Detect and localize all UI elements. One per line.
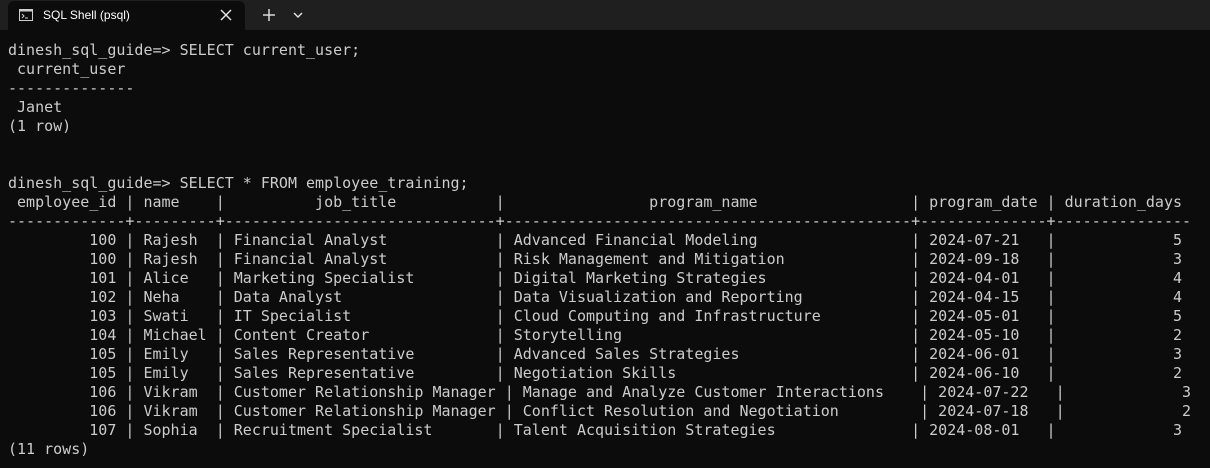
terminal-icon bbox=[19, 9, 33, 21]
console-line: Janet bbox=[8, 98, 63, 116]
table-row: 105 | Emily | Sales Representative | Neg… bbox=[8, 364, 1182, 382]
chevron-down-icon[interactable] bbox=[292, 9, 304, 21]
table-row: 106 | Vikram | Customer Relationship Man… bbox=[8, 402, 1192, 420]
table-row: 104 | Michael | Content Creator | Storyt… bbox=[8, 326, 1182, 344]
console-line: dinesh_sql_guide=> SELECT current_user; bbox=[8, 41, 361, 59]
console-output[interactable]: dinesh_sql_guide=> SELECT current_user; … bbox=[0, 30, 1210, 468]
plus-icon[interactable] bbox=[261, 7, 277, 23]
row-count: (11 rows) bbox=[8, 440, 90, 458]
table-row: 101 | Alice | Marketing Specialist | Dig… bbox=[8, 269, 1182, 287]
table-row: 106 | Vikram | Customer Relationship Man… bbox=[8, 383, 1192, 401]
terminal-window: SQL Shell (psql) dinesh_sql_guide=> SELE… bbox=[0, 0, 1210, 468]
tab-strip: SQL Shell (psql) bbox=[0, 0, 1210, 30]
console-line: current_user bbox=[8, 60, 126, 78]
tab-sql-shell[interactable]: SQL Shell (psql) bbox=[8, 1, 245, 30]
console-line: dinesh_sql_guide=> SELECT * FROM employe… bbox=[8, 174, 469, 192]
close-icon[interactable] bbox=[219, 8, 233, 22]
console-line: (1 row) bbox=[8, 117, 72, 135]
table-row: 107 | Sophia | Recruitment Specialist | … bbox=[8, 421, 1182, 439]
table-separator: -------------+---------+----------------… bbox=[8, 212, 1192, 230]
table-row: 100 | Rajesh | Financial Analyst | Risk … bbox=[8, 250, 1182, 268]
table-row: 105 | Emily | Sales Representative | Adv… bbox=[8, 345, 1182, 363]
table-header: employee_id | name | job_title | program… bbox=[8, 193, 1182, 211]
table-row: 100 | Rajesh | Financial Analyst | Advan… bbox=[8, 231, 1182, 249]
table-row: 102 | Neha | Data Analyst | Data Visuali… bbox=[8, 288, 1182, 306]
console-line: -------------- bbox=[8, 79, 135, 97]
tab-title: SQL Shell (psql) bbox=[43, 8, 130, 22]
table-row: 103 | Swati | IT Specialist | Cloud Comp… bbox=[8, 307, 1182, 325]
